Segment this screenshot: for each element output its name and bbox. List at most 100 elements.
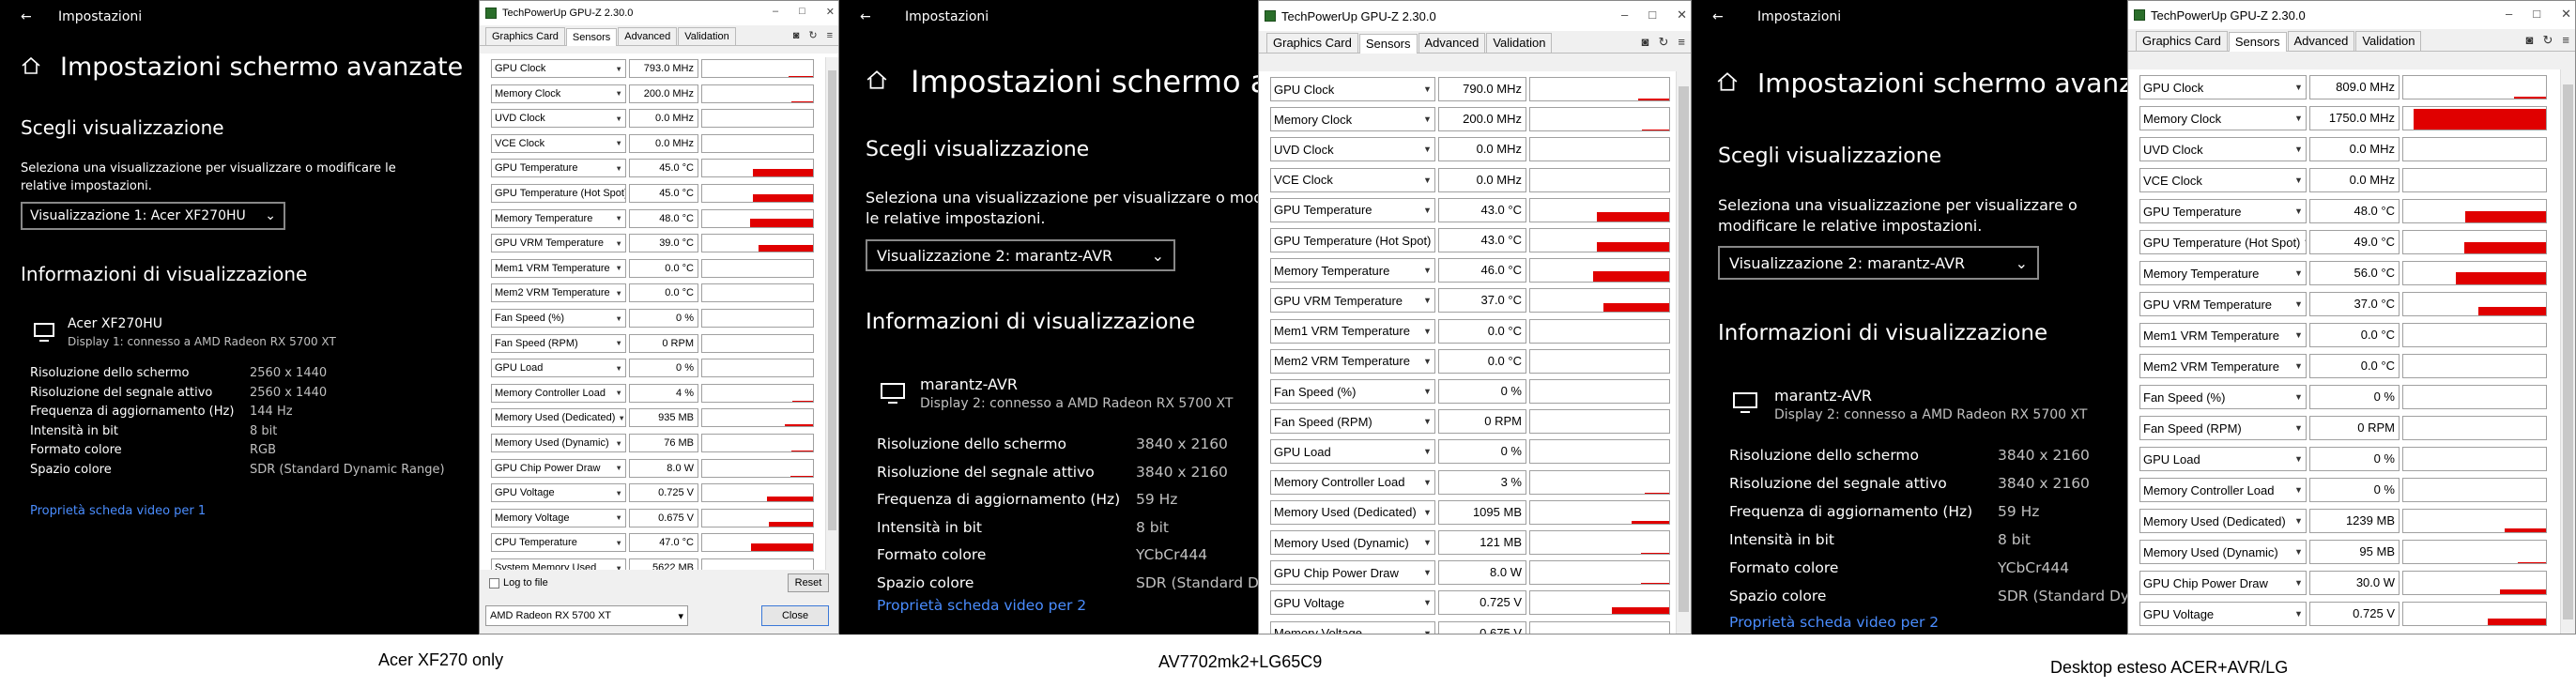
- display-select[interactable]: Visualizzazione 2: marantz-AVR ⌄: [1718, 246, 2039, 280]
- tab-validation[interactable]: Validation: [678, 27, 736, 45]
- sensor-name-select[interactable]: GPU Voltage ▼: [2139, 602, 2307, 626]
- sensor-name-select[interactable]: GPU Temperature (Hot Spot)▼: [2139, 230, 2307, 254]
- sensor-name-select[interactable]: GPU Voltage ▼: [491, 483, 626, 503]
- sensor-name-select[interactable]: Memory Used (Dedicated) ▼: [491, 408, 626, 428]
- sensor-name-select[interactable]: GPU Chip Power Draw ▼: [491, 458, 626, 478]
- sensor-name-select[interactable]: UVD Clock ▼: [491, 109, 626, 129]
- sensor-name-select[interactable]: GPU Temperature ▼: [1270, 197, 1435, 222]
- sensor-name-select[interactable]: UVD Clock ▼: [1270, 137, 1435, 162]
- menu-icon[interactable]: ≡: [1678, 32, 1685, 53]
- sensor-name-select[interactable]: GPU Load ▼: [2139, 447, 2307, 471]
- refresh-icon[interactable]: ↻: [2543, 30, 2553, 51]
- sensor-name-select[interactable]: Memory Controller Load ▼: [2139, 478, 2307, 502]
- sensor-name-select[interactable]: Memory Clock ▼: [491, 84, 626, 103]
- minimize-icon[interactable]: –: [773, 6, 778, 18]
- sensor-name-select[interactable]: Mem2 VRM Temperature ▼: [2139, 354, 2307, 378]
- camera-icon[interactable]: ◙: [2526, 30, 2534, 51]
- maximize-icon[interactable]: □: [799, 6, 805, 18]
- display-select[interactable]: Visualizzazione 1: Acer XF270HU ⌄: [21, 202, 285, 230]
- sensor-name-select[interactable]: Mem1 VRM Temperature ▼: [2139, 323, 2307, 347]
- close-icon[interactable]: ✕: [2561, 7, 2571, 22]
- sensor-name-select[interactable]: CPU Temperature ▼: [491, 533, 626, 553]
- sensor-name-select[interactable]: Mem2 VRM Temperature ▼: [1270, 348, 1435, 374]
- maximize-icon[interactable]: □: [2533, 7, 2540, 22]
- sensor-name-select[interactable]: Fan Speed (%) ▼: [1270, 379, 1435, 404]
- back-arrow-icon[interactable]: ←: [860, 9, 871, 24]
- tab-graphics-card[interactable]: Graphics Card: [485, 27, 565, 45]
- home-icon[interactable]: [866, 69, 888, 94]
- back-arrow-icon[interactable]: ←: [21, 9, 32, 24]
- sensor-name-select[interactable]: GPU Clock ▼: [2139, 75, 2307, 99]
- sensor-name-select[interactable]: Memory Used (Dedicated) ▼: [2139, 509, 2307, 533]
- camera-icon[interactable]: ◙: [793, 26, 800, 45]
- sensor-name-select[interactable]: Mem2 VRM Temperature ▼: [491, 283, 626, 303]
- home-icon[interactable]: [21, 56, 41, 79]
- sensor-name-select[interactable]: Memory Used (Dynamic) ▼: [491, 434, 626, 452]
- tab-validation[interactable]: Validation: [2355, 31, 2422, 51]
- sensor-name-select[interactable]: GPU VRM Temperature ▼: [491, 234, 626, 253]
- sensor-name-select[interactable]: Fan Speed (%) ▼: [491, 309, 626, 328]
- tab-sensors[interactable]: Sensors: [2228, 32, 2287, 52]
- sensor-name-select[interactable]: Memory Controller Load ▼: [491, 383, 626, 403]
- camera-icon[interactable]: ◙: [1642, 32, 1649, 53]
- sensor-name-select[interactable]: Mem1 VRM Temperature ▼: [491, 258, 626, 278]
- tab-advanced[interactable]: Advanced: [2287, 31, 2355, 51]
- sensor-name-select[interactable]: Fan Speed (RPM) ▼: [491, 333, 626, 353]
- sensor-scrollbar[interactable]: [1676, 71, 1691, 634]
- home-icon[interactable]: [1716, 71, 1739, 96]
- sensor-name-select[interactable]: GPU Chip Power Draw ▼: [1270, 560, 1435, 586]
- close-icon[interactable]: ✕: [1677, 8, 1687, 23]
- gpu-select[interactable]: AMD Radeon RX 5700 XT ▾: [485, 605, 688, 626]
- sensor-scrollbar[interactable]: [2560, 69, 2575, 634]
- sensor-name-select[interactable]: GPU Clock ▼: [1270, 77, 1435, 101]
- sensor-name-select[interactable]: GPU Temperature ▼: [2139, 199, 2307, 223]
- sensor-name-select[interactable]: Mem1 VRM Temperature ▼: [1270, 318, 1435, 344]
- tab-graphics-card[interactable]: Graphics Card: [2136, 31, 2228, 51]
- sensor-name-select[interactable]: UVD Clock ▼: [2139, 137, 2307, 161]
- adapter-properties-link[interactable]: Proprietà scheda video per 1: [30, 504, 206, 518]
- sensor-name-select[interactable]: Memory Temperature ▼: [2139, 261, 2307, 285]
- sensor-name-select[interactable]: VCE Clock ▼: [491, 133, 626, 153]
- refresh-icon[interactable]: ↻: [808, 26, 817, 45]
- sensor-name-select[interactable]: Memory Voltage ▼: [1270, 620, 1435, 634]
- sensor-name-select[interactable]: Memory Temperature ▼: [491, 208, 626, 228]
- adapter-properties-link[interactable]: Proprietà scheda video per 2: [877, 597, 1086, 614]
- sensor-name-select[interactable]: Memory Used (Dynamic) ▼: [2139, 540, 2307, 564]
- sensor-name-select[interactable]: Memory Used (Dynamic) ▼: [1270, 530, 1435, 555]
- sensor-name-select[interactable]: GPU Temperature (Hot Spot)▼: [491, 184, 626, 203]
- adapter-properties-link[interactable]: Proprietà scheda video per 2: [1729, 614, 1939, 631]
- minimize-icon[interactable]: –: [2506, 7, 2512, 22]
- sensor-name-select[interactable]: Memory Controller Load ▼: [1270, 469, 1435, 495]
- scrollbar-thumb[interactable]: [1679, 86, 1689, 612]
- sensor-name-select[interactable]: GPU Chip Power Draw ▼: [2139, 571, 2307, 595]
- back-arrow-icon[interactable]: ←: [1712, 9, 1724, 24]
- tab-validation[interactable]: Validation: [1486, 33, 1553, 53]
- sensor-name-select[interactable]: GPU Temperature ▼: [491, 159, 626, 178]
- menu-icon[interactable]: ≡: [827, 26, 833, 45]
- tab-graphics-card[interactable]: Graphics Card: [1266, 33, 1358, 53]
- sensor-name-select[interactable]: GPU Load ▼: [491, 359, 626, 378]
- sensor-name-select[interactable]: Memory Clock ▼: [1270, 107, 1435, 132]
- refresh-icon[interactable]: ↻: [1659, 32, 1669, 53]
- minimize-icon[interactable]: –: [1621, 8, 1628, 23]
- log-checkbox[interactable]: [489, 577, 499, 589]
- sensor-name-select[interactable]: GPU VRM Temperature ▼: [1270, 288, 1435, 313]
- sensor-name-select[interactable]: Memory Clock ▼: [2139, 106, 2307, 130]
- tab-advanced[interactable]: Advanced: [618, 27, 678, 45]
- sensor-name-select[interactable]: GPU Voltage ▼: [1270, 590, 1435, 616]
- maximize-icon[interactable]: □: [1648, 8, 1656, 23]
- sensor-scrollbar[interactable]: [825, 57, 838, 572]
- sensor-name-select[interactable]: Memory Temperature ▼: [1270, 258, 1435, 283]
- scrollbar-thumb[interactable]: [2563, 84, 2573, 619]
- sensor-name-select[interactable]: Fan Speed (RPM) ▼: [2139, 416, 2307, 440]
- scrollbar-thumb[interactable]: [828, 70, 836, 530]
- sensor-name-select[interactable]: GPU Clock ▼: [491, 59, 626, 78]
- sensor-name-select[interactable]: GPU VRM Temperature ▼: [2139, 292, 2307, 316]
- sensor-name-select[interactable]: VCE Clock ▼: [1270, 167, 1435, 192]
- sensor-name-select[interactable]: Fan Speed (RPM) ▼: [1270, 409, 1435, 435]
- sensor-name-select[interactable]: GPU Temperature (Hot Spot)▼: [1270, 228, 1435, 252]
- reset-button[interactable]: Reset: [788, 573, 829, 592]
- close-icon[interactable]: ✕: [826, 6, 835, 18]
- sensor-name-select[interactable]: Memory Used (Dedicated) ▼: [1270, 499, 1435, 525]
- tab-sensors[interactable]: Sensors: [565, 28, 618, 46]
